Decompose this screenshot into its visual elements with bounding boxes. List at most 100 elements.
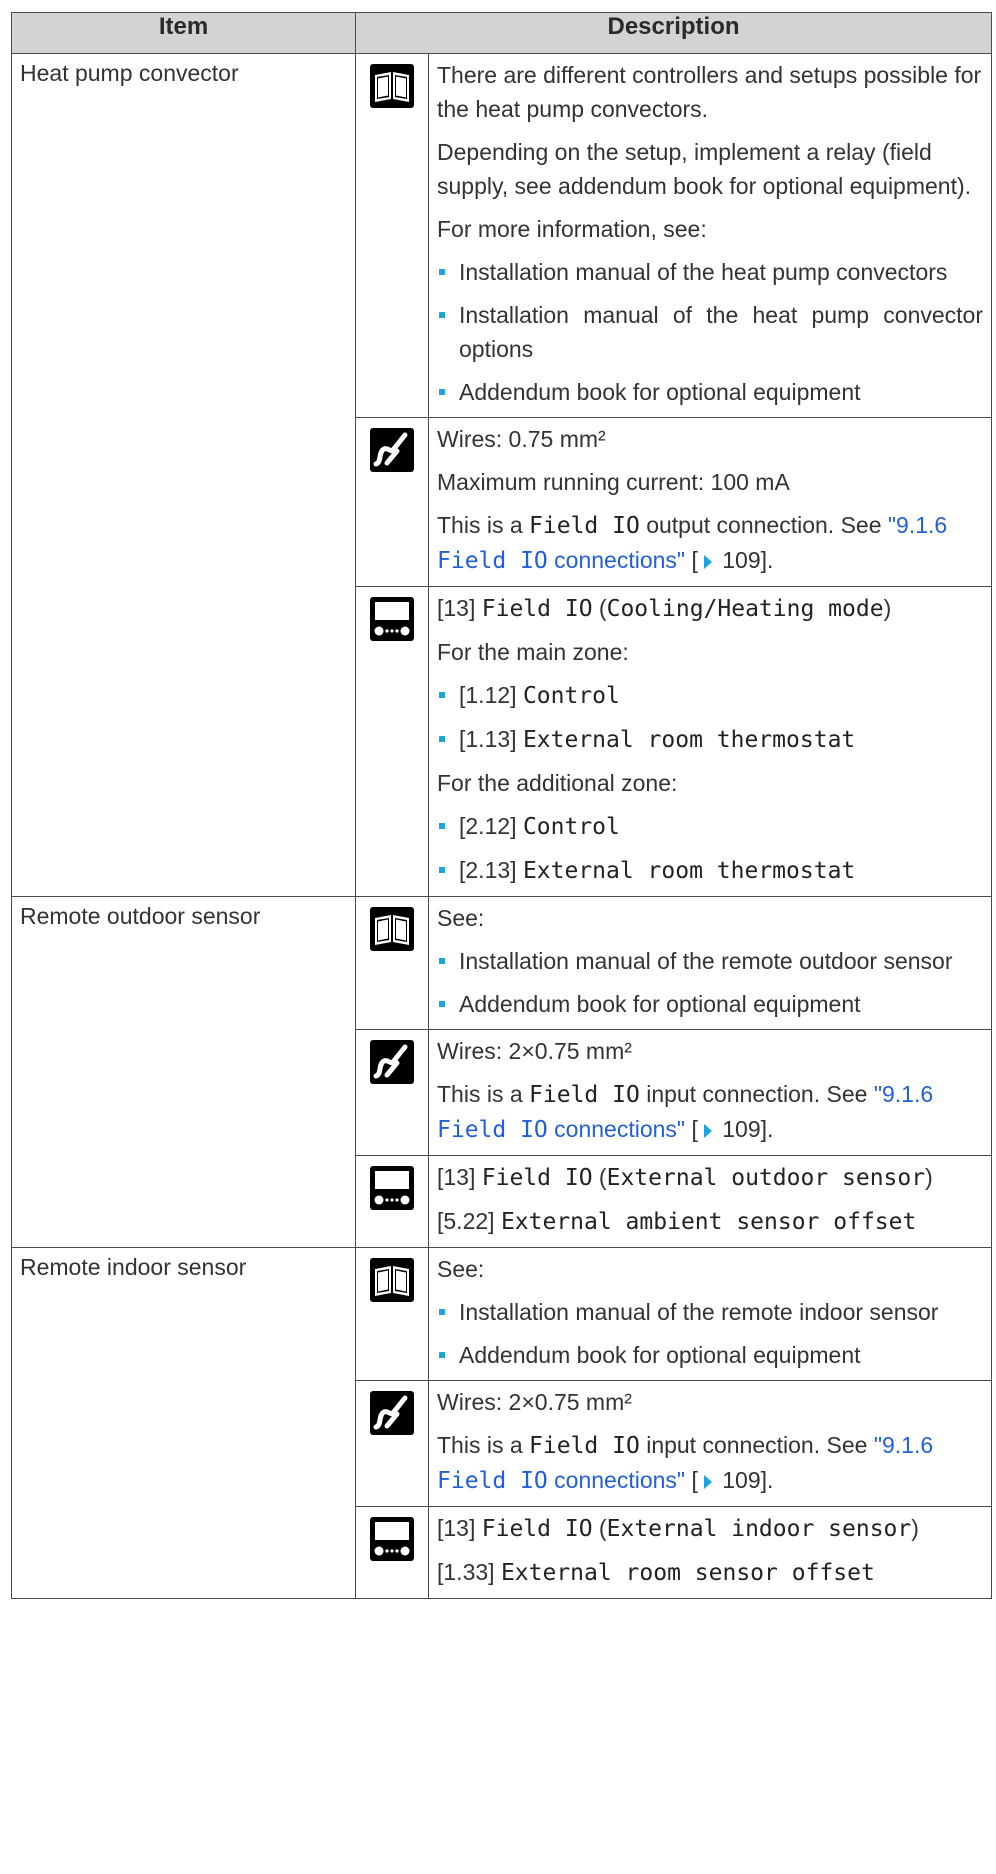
paragraph: This is a Field IO input connection. See… xyxy=(437,1077,983,1147)
heat-pump-remote-desc: [13] Field IO (Cooling/Heating mode) For… xyxy=(428,586,992,897)
link-code[interactable]: Field IO xyxy=(437,1117,548,1143)
code-text: External room thermostat xyxy=(522,727,856,753)
remote-icon-cell xyxy=(355,586,429,897)
text: ( xyxy=(592,1515,607,1541)
page-ref[interactable]: 109 xyxy=(716,1467,760,1493)
bullet-item: Addendum book for optional equipment xyxy=(437,375,983,409)
bullet-item: [1.12] Control xyxy=(437,678,983,713)
item-remote-outdoor-sensor: Remote outdoor sensor xyxy=(11,896,356,1248)
paragraph: For more information, see: xyxy=(437,216,707,242)
link-code[interactable]: Field IO xyxy=(437,548,548,574)
table-row: Remote indoor sensor See: Installation m… xyxy=(11,1247,992,1599)
paragraph: Wires: 2×0.75 mm² xyxy=(437,1389,632,1415)
paragraph: This is a Field IO output connection. Se… xyxy=(437,508,983,578)
bullet-item: Installation manual of the heat pump con… xyxy=(437,298,983,366)
wiring-icon-cell xyxy=(355,417,429,587)
paragraph: This is a Field IO input connection. See… xyxy=(437,1428,983,1498)
code-text: Field IO xyxy=(481,1165,593,1191)
bullet-item: Installation manual of the remote indoor… xyxy=(437,1295,983,1329)
link-text[interactable]: connections" xyxy=(548,547,685,573)
code-text: Field IO xyxy=(481,1516,593,1542)
paragraph: Depending on the setup, implement a rela… xyxy=(437,139,972,199)
bullet-item: Addendum book for optional equipment xyxy=(437,987,983,1021)
text: [ xyxy=(685,547,698,573)
text: ]. xyxy=(760,1467,774,1493)
paragraph: See: xyxy=(437,905,485,931)
text: [13] xyxy=(437,1164,482,1190)
text: ) xyxy=(883,595,892,621)
paragraph: [1.33] External room sensor offset xyxy=(437,1555,983,1590)
code-text: Field IO xyxy=(481,596,593,622)
item-heat-pump-convector: Heat pump convector xyxy=(11,53,356,897)
bullet-item: Addendum book for optional equipment xyxy=(437,1338,983,1372)
paragraph: There are different controllers and setu… xyxy=(437,62,982,122)
paragraph: Maximum running current: 100 mA xyxy=(437,469,790,495)
bullet-item: Installation manual of the remote outdoo… xyxy=(437,944,983,978)
page-arrow-icon xyxy=(703,1124,712,1138)
book-icon-cell xyxy=(355,896,429,1030)
paragraph: Wires: 0.75 mm² xyxy=(437,426,606,452)
header-item: Item xyxy=(11,12,356,54)
page-arrow-icon xyxy=(703,555,712,569)
wiring-icon xyxy=(370,1391,414,1435)
page-ref[interactable]: 109 xyxy=(716,1116,760,1142)
book-icon xyxy=(370,64,414,108)
code-text: External outdoor sensor xyxy=(606,1165,926,1191)
indoor-wire-desc: Wires: 2×0.75 mm² This is a Field IO inp… xyxy=(428,1380,992,1507)
text: input connection. See xyxy=(639,1081,874,1107)
code-text: External room thermostat xyxy=(522,858,856,884)
page-ref[interactable]: 109 xyxy=(716,547,760,573)
paragraph: See: xyxy=(437,1256,485,1282)
paragraph: For the main zone: xyxy=(437,639,629,665)
outdoor-book-desc: See: Installation manual of the remote o… xyxy=(428,896,992,1030)
paragraph: For the additional zone: xyxy=(437,770,678,796)
text: ) xyxy=(911,1515,919,1541)
code-text: External ambient sensor offset xyxy=(500,1209,917,1235)
bullet-item: [1.13] External room thermostat xyxy=(437,722,983,757)
paragraph: [13] Field IO (Cooling/Heating mode) xyxy=(437,591,983,626)
item-remote-indoor-sensor: Remote indoor sensor xyxy=(11,1247,356,1599)
wiring-icon xyxy=(370,1040,414,1084)
remote-icon-cell xyxy=(355,1506,429,1599)
text: [1.12] xyxy=(459,682,523,708)
code-text: Field IO xyxy=(529,1082,640,1108)
link-text[interactable]: connections" xyxy=(548,1116,685,1142)
text: [2.13] xyxy=(459,857,523,883)
text: [ xyxy=(685,1116,698,1142)
outdoor-wire-desc: Wires: 2×0.75 mm² This is a Field IO inp… xyxy=(428,1029,992,1156)
wiring-icon-cell xyxy=(355,1029,429,1156)
wiring-icon-cell xyxy=(355,1380,429,1507)
book-icon xyxy=(370,1258,414,1302)
text: [1.33] xyxy=(437,1559,501,1585)
header-description: Description xyxy=(355,12,992,54)
text: [ xyxy=(685,1467,698,1493)
paragraph: [13] Field IO (External outdoor sensor) xyxy=(437,1160,983,1195)
user-interface-icon xyxy=(370,597,414,641)
text: ) xyxy=(925,1164,933,1190)
heat-pump-wire-desc: Wires: 0.75 mm² Maximum running current:… xyxy=(428,417,992,587)
link-text[interactable]: "9.1.6 xyxy=(888,512,947,538)
outdoor-remote-desc: [13] Field IO (External outdoor sensor) … xyxy=(428,1155,992,1248)
bullet-item: [2.13] External room thermostat xyxy=(437,853,983,888)
text: This is a xyxy=(437,1432,530,1458)
text: [13] xyxy=(437,595,482,621)
code-text: External indoor sensor xyxy=(606,1516,912,1542)
bullet-item: Installation manual of the heat pump con… xyxy=(437,255,983,289)
bullet-item: [2.12] Control xyxy=(437,809,983,844)
indoor-book-desc: See: Installation manual of the remote i… xyxy=(428,1247,992,1381)
table-row: Heat pump convector There are different … xyxy=(11,53,992,897)
code-text: Control xyxy=(522,814,620,840)
paragraph: [5.22] External ambient sensor offset xyxy=(437,1204,983,1239)
link-text[interactable]: connections" xyxy=(548,1467,685,1493)
link-text[interactable]: "9.1.6 xyxy=(874,1081,933,1107)
code-text: Control xyxy=(522,683,620,709)
remote-icon-cell xyxy=(355,1155,429,1248)
table-header-row: Item Description xyxy=(11,12,992,54)
text: input connection. See xyxy=(639,1432,874,1458)
link-text[interactable]: "9.1.6 xyxy=(874,1432,933,1458)
text: ]. xyxy=(760,547,774,573)
code-text: Cooling/Heating mode xyxy=(606,596,884,622)
text: [5.22] xyxy=(437,1208,501,1234)
link-code[interactable]: Field IO xyxy=(437,1468,548,1494)
paragraph: [13] Field IO (External indoor sensor) xyxy=(437,1511,983,1546)
